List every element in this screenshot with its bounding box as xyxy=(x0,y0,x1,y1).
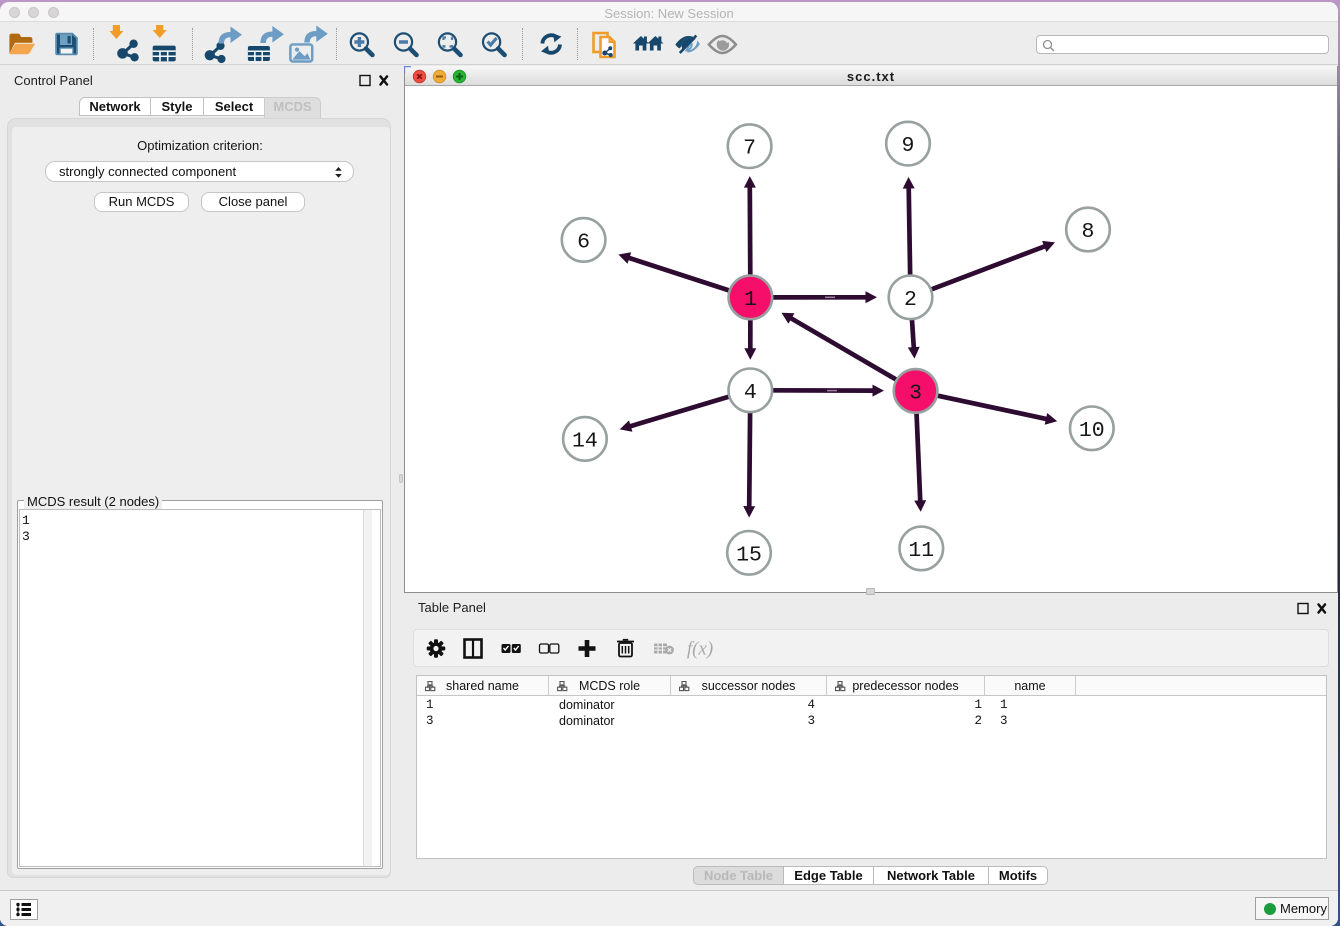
svg-text:f(x): f(x) xyxy=(687,639,713,660)
svg-text:10: 10 xyxy=(1079,419,1105,443)
svg-text:8: 8 xyxy=(1082,220,1095,244)
svg-text:1: 1 xyxy=(744,288,757,312)
svg-text:14: 14 xyxy=(572,429,598,453)
svg-text:9: 9 xyxy=(902,134,915,158)
svg-text:4: 4 xyxy=(744,381,757,405)
svg-text:7: 7 xyxy=(743,137,756,161)
svg-text:15: 15 xyxy=(736,543,762,567)
svg-text:3: 3 xyxy=(909,381,922,405)
svg-text:2: 2 xyxy=(904,288,917,312)
svg-text:6: 6 xyxy=(577,230,590,254)
svg-text:11: 11 xyxy=(908,539,934,563)
